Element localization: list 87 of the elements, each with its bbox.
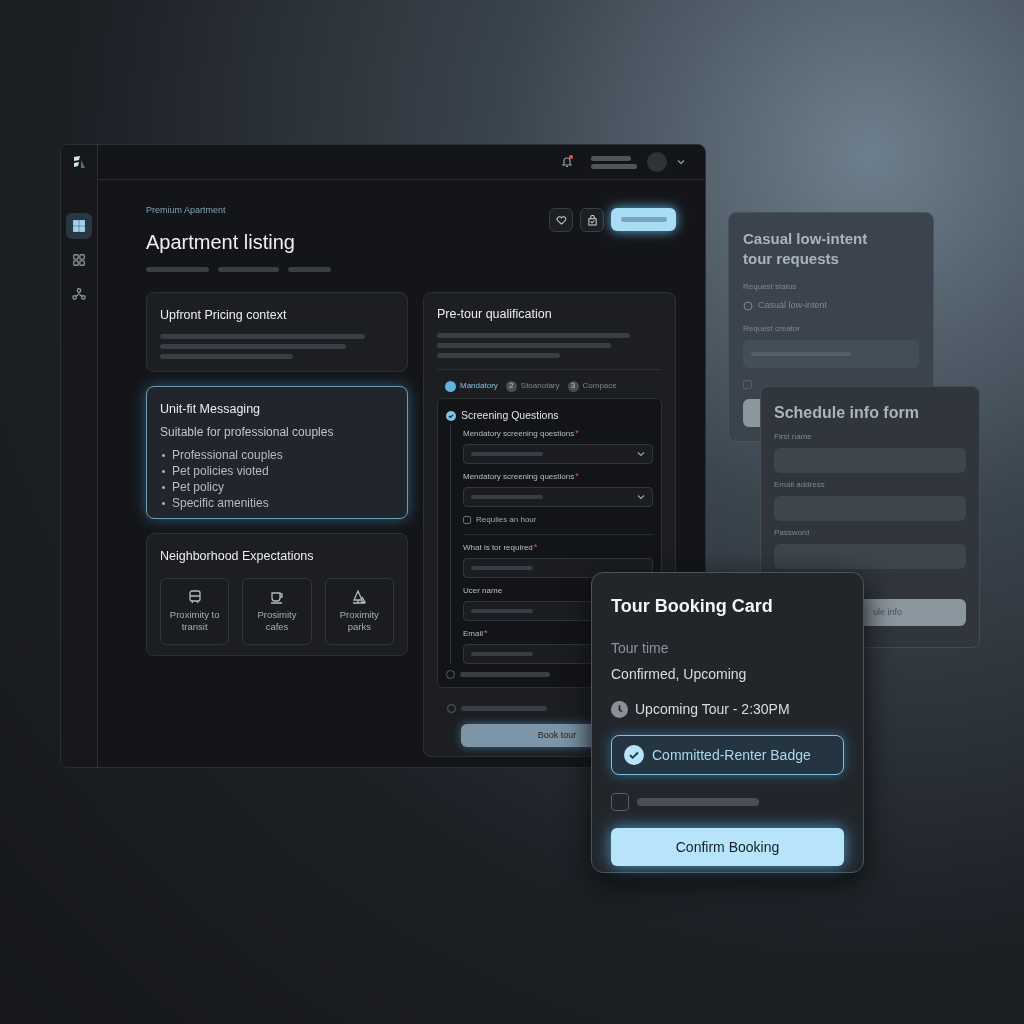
placeholder-bar xyxy=(471,452,543,456)
cup-icon xyxy=(269,589,285,606)
step-tab[interactable]: 3 Compace xyxy=(567,380,617,393)
chevron-down-icon xyxy=(637,450,645,458)
tile-label: Proximity parks xyxy=(338,609,380,634)
field-label: Email address xyxy=(774,479,826,491)
checkbox-label: Requiles an hour xyxy=(476,514,537,526)
input-field[interactable] xyxy=(774,544,966,569)
panel-title: Pre-tour qualification xyxy=(437,305,553,323)
nav-item[interactable] xyxy=(66,213,92,239)
required-marker: * xyxy=(575,471,579,483)
tile-label: Prosimity cafes xyxy=(256,609,298,634)
bell-icon[interactable] xyxy=(561,156,573,168)
placeholder-bar xyxy=(471,495,543,499)
field-label: First name xyxy=(774,431,813,443)
field-label: Email xyxy=(463,628,483,640)
page-title: Apartment listing xyxy=(146,229,296,255)
status-text: Confirmed, Upcoming xyxy=(611,665,748,684)
input-field[interactable] xyxy=(743,339,919,368)
checkbox[interactable] xyxy=(611,793,629,811)
field-label: Mendatory screening qoestions xyxy=(463,428,575,440)
bullet-text: Specific amenities xyxy=(172,495,269,512)
placeholder-bar xyxy=(620,217,667,222)
placeholder-bar xyxy=(288,266,331,272)
grid-icon xyxy=(72,253,86,267)
card-subtitle: Suitable for professional couples xyxy=(160,424,335,442)
required-marker: * xyxy=(484,628,488,640)
step-indicator xyxy=(445,380,456,392)
step-indicator: 3 xyxy=(567,380,579,392)
checkbox[interactable] xyxy=(463,516,471,524)
placeholder-bar xyxy=(591,155,631,161)
network-icon xyxy=(72,287,86,301)
primary-button[interactable] xyxy=(611,208,676,231)
input-field[interactable] xyxy=(463,558,653,578)
field-label: Request status xyxy=(743,281,798,293)
logo-icon xyxy=(71,155,87,171)
placeholder-bar xyxy=(591,163,637,169)
status-icon xyxy=(743,300,753,311)
card-title: Unit-fit Messaging xyxy=(160,400,262,418)
placeholder-bar xyxy=(471,609,533,613)
tree-icon xyxy=(351,589,368,606)
card-title: Schedule info form xyxy=(774,403,920,423)
required-marker: * xyxy=(575,428,579,440)
avatar[interactable] xyxy=(647,152,667,172)
amenity-tile[interactable]: Prosimity cafes xyxy=(242,578,312,646)
heart-icon xyxy=(555,214,567,226)
amenity-tile[interactable]: Proximity parks xyxy=(324,578,394,646)
placeholder-bar xyxy=(146,266,209,272)
step-tab[interactable]: Mandatory xyxy=(445,380,498,393)
grid-icon xyxy=(72,219,86,233)
card-title: Neighborhood Expectations xyxy=(160,547,315,565)
chevron-down-icon xyxy=(637,493,645,501)
select-field[interactable] xyxy=(463,487,653,507)
placeholder-bar xyxy=(471,652,533,656)
step-tab[interactable]: 2 Stoanotary xyxy=(505,380,560,393)
bus-icon xyxy=(186,589,203,606)
tour-time-text: Upcoming Tour - 2:30PM xyxy=(635,700,790,719)
field-label: What is tor required xyxy=(463,542,533,554)
step-indicator: 2 xyxy=(505,380,517,392)
select-field[interactable] xyxy=(463,444,653,464)
clock-icon xyxy=(611,701,628,718)
field-label: Request creator xyxy=(743,322,801,335)
checkbox[interactable] xyxy=(743,379,752,389)
bullet-text: Professional couples xyxy=(172,447,283,464)
field-label: Mendatory screening questions xyxy=(463,471,575,483)
bullet-text: Pet policies vioted xyxy=(172,463,269,480)
card-title: Tour Booking Card xyxy=(611,595,774,618)
field-label: Ucer name xyxy=(463,585,503,597)
required-marker: * xyxy=(533,542,538,554)
tile-label: Proximity to transit xyxy=(168,609,221,634)
badge-label: Committed-Renter Badge xyxy=(652,745,811,765)
bullet-text: Pet policy xyxy=(172,479,225,496)
field-label: Password xyxy=(774,527,811,539)
amenity-tile[interactable]: Proximity to transit xyxy=(160,578,230,646)
card-title: Upfront Pricing context xyxy=(160,306,288,324)
status-text: Casual low-intent xyxy=(758,299,828,312)
bag-button[interactable] xyxy=(580,208,604,232)
section-title: Screening Questions xyxy=(461,408,559,424)
bag-icon xyxy=(586,214,598,226)
placeholder-bar xyxy=(471,566,533,570)
placeholder-bar xyxy=(218,266,279,272)
eyebrow-text: Premium Apartment xyxy=(146,204,227,217)
favorite-button[interactable] xyxy=(549,208,573,232)
card-title: Casual low-intent tour requests xyxy=(743,229,869,269)
field-label: Tour time xyxy=(611,639,670,658)
confirm-booking-button[interactable]: Confirm Booking xyxy=(611,828,844,866)
chevron-down-icon xyxy=(677,158,685,166)
